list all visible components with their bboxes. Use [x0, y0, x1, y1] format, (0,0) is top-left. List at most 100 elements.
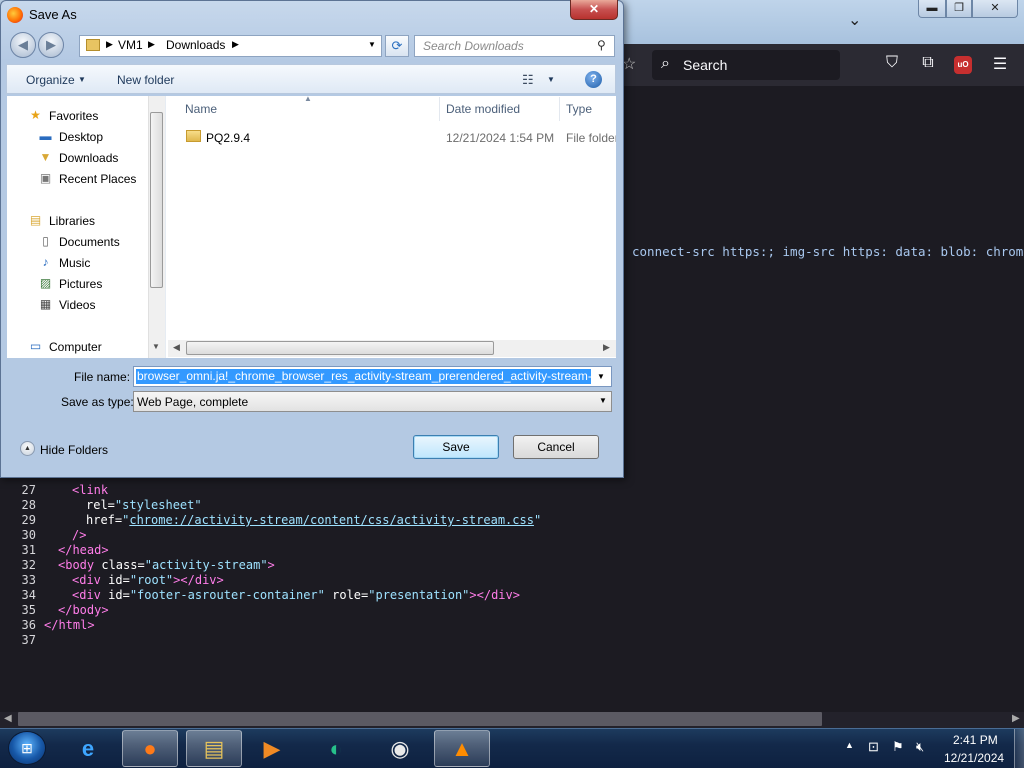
source-code: />: [72, 528, 86, 543]
network-icon[interactable]: ⊡: [868, 739, 879, 755]
code-token-tag: <div: [72, 573, 109, 587]
refresh-icon[interactable]: ⟳: [385, 35, 409, 57]
chevron-down-icon[interactable]: ▼: [547, 75, 555, 84]
show-desktop-button[interactable]: [1014, 729, 1024, 768]
line-number: 28: [21, 498, 36, 512]
scroll-left-arrow-icon[interactable]: ◀: [4, 713, 12, 724]
nav-pictures[interactable]: Pictures: [59, 277, 102, 291]
nav-pane-scrollbar-thumb[interactable]: [150, 112, 163, 288]
code-token-attr: class=: [101, 558, 145, 572]
volume-muted-icon[interactable]: 🔇︎: [916, 739, 924, 755]
column-header-name[interactable]: Name: [185, 102, 217, 116]
file-name-input[interactable]: browser_omni.ja!_chrome_browser_res_acti…: [133, 366, 612, 387]
views-icon[interactable]: ☷: [522, 72, 534, 88]
source-line: 32 <body class="activity-stream">: [0, 558, 1024, 573]
clock-date[interactable]: 12/21/2024: [944, 751, 1004, 765]
media-player-icon[interactable]: ▶: [256, 736, 288, 762]
nav-computer[interactable]: Computer: [49, 340, 102, 354]
nav-favorites[interactable]: Favorites: [49, 109, 98, 123]
nav-videos[interactable]: Videos: [59, 298, 95, 312]
dialog-close-button[interactable]: ✕: [570, 0, 618, 20]
file-name-label: File name:: [74, 370, 131, 384]
cancel-button[interactable]: Cancel: [513, 435, 599, 459]
file-list-hscrollbar-thumb[interactable]: [186, 341, 494, 355]
breadcrumb-separator-icon[interactable]: ▶: [148, 39, 155, 50]
code-token-val: ": [533, 513, 542, 527]
line-number: 35: [21, 603, 36, 617]
chevron-up-icon[interactable]: ▲: [20, 441, 35, 456]
line-number: 27: [21, 483, 36, 497]
show-hidden-icons-arrow[interactable]: ▲: [845, 740, 854, 750]
chat-app-icon[interactable]: ◐: [320, 736, 352, 762]
code-token-tag: <body: [58, 558, 102, 572]
minimize-button[interactable]: ▬: [918, 0, 946, 18]
nav-music[interactable]: Music: [59, 256, 90, 270]
libraries-icon: ▤: [29, 213, 42, 227]
column-separator[interactable]: [439, 97, 440, 121]
breadcrumb-separator-icon[interactable]: ▶: [232, 39, 239, 50]
chevron-down-icon[interactable]: ▼: [78, 75, 86, 84]
chevron-down-icon[interactable]: ▼: [599, 396, 607, 405]
file-name-value[interactable]: browser_omni.ja!_chrome_browser_res_acti…: [136, 369, 591, 384]
nav-libraries[interactable]: Libraries: [49, 214, 95, 228]
code-token-tag: <div: [72, 588, 109, 602]
action-center-flag-icon[interactable]: ⚑: [892, 739, 904, 755]
source-line: 31 </head>: [0, 543, 1024, 558]
address-dropdown-icon[interactable]: ▼: [368, 40, 376, 49]
column-header-date-modified[interactable]: Date modified: [446, 102, 520, 116]
nav-documents[interactable]: Documents: [59, 235, 120, 249]
close-window-button[interactable]: ✕: [972, 0, 1018, 18]
save-button[interactable]: Save: [413, 435, 499, 459]
column-separator[interactable]: [559, 97, 560, 121]
scroll-right-arrow-icon[interactable]: ▶: [1012, 713, 1020, 724]
nav-downloads[interactable]: Downloads: [59, 151, 118, 165]
breadcrumb-separator-icon[interactable]: ▶: [106, 39, 113, 50]
scroll-left-arrow-icon[interactable]: ◀: [173, 342, 180, 353]
code-token-val: "root": [129, 573, 174, 587]
sort-ascending-icon: ▲: [304, 94, 312, 103]
source-line: 28 rel="stylesheet": [0, 498, 1024, 513]
maximize-button[interactable]: ❐: [946, 0, 972, 18]
source-code: href= "chrome://activity-stream/content/c…: [86, 513, 541, 528]
start-button[interactable]: ⊞: [8, 731, 46, 765]
pocket-icon[interactable]: ⛉: [882, 54, 902, 72]
breadcrumb-vm1[interactable]: VM1: [118, 38, 143, 52]
source-code: </html>: [44, 618, 95, 633]
new-folder-button[interactable]: New folder: [117, 73, 174, 87]
code-token-tag: ></div>: [173, 573, 224, 587]
code-token-val: "presentation": [368, 588, 470, 602]
organize-button[interactable]: Organize: [26, 73, 75, 87]
horizontal-scrollbar-thumb[interactable]: [18, 712, 822, 726]
help-icon[interactable]: ?: [585, 71, 602, 88]
source-line: 37: [0, 633, 1024, 648]
folder-icon: [86, 39, 100, 51]
scroll-down-arrow-icon[interactable]: ▼: [152, 342, 160, 351]
extensions-icon[interactable]: ⧉: [918, 54, 938, 72]
chevron-down-icon[interactable]: ▼: [597, 372, 605, 381]
nav-desktop[interactable]: Desktop: [59, 130, 103, 144]
back-arrow-icon[interactable]: ◀: [10, 32, 36, 58]
search-icon[interactable]: ⚲: [597, 38, 606, 52]
forward-arrow-icon[interactable]: ▶: [38, 32, 64, 58]
hamburger-menu-icon[interactable]: ☰: [990, 54, 1010, 74]
line-number: 33: [21, 573, 36, 587]
internet-explorer-icon[interactable]: e: [72, 736, 104, 762]
file-row-name[interactable]: PQ2.9.4: [206, 131, 250, 145]
list-all-tabs-chevron-icon[interactable]: ⌄: [848, 10, 861, 30]
nav-recent-places[interactable]: Recent Places: [59, 172, 136, 186]
line-number: 32: [21, 558, 36, 572]
scroll-right-arrow-icon[interactable]: ▶: [603, 342, 610, 353]
column-header-type[interactable]: Type: [566, 102, 592, 116]
code-token-link[interactable]: chrome://activity-stream/content/css/act…: [129, 513, 534, 527]
code-token-tag: >: [267, 558, 275, 572]
clock-time[interactable]: 2:41 PM: [953, 733, 998, 747]
save-as-type-value[interactable]: Web Page, complete: [137, 395, 248, 409]
source-code: rel="stylesheet": [86, 498, 202, 513]
breadcrumb-downloads[interactable]: Downloads: [166, 38, 225, 52]
line-number: 36: [21, 618, 36, 632]
hide-folders-button[interactable]: Hide Folders: [40, 443, 108, 457]
bookmark-star-icon[interactable]: ☆: [622, 54, 636, 74]
ublock-origin-icon[interactable]: uO: [954, 56, 972, 74]
firefox-search-box[interactable]: [652, 50, 840, 80]
app-globe-icon[interactable]: ◉: [384, 736, 416, 762]
